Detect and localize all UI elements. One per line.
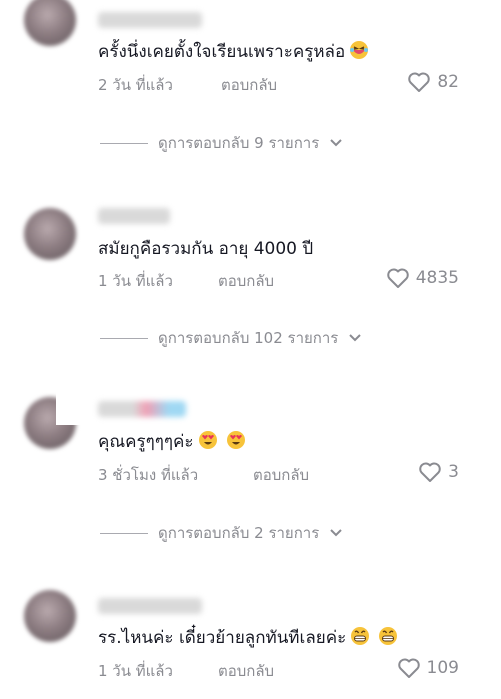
comment-item: สมัยกูคือรวมกัน อายุ 4000 ปี 1 วัน ที่แล…: [0, 190, 501, 360]
username-blurred: [98, 401, 186, 417]
comment-item: คุณครูๆๆๆค่ะ 3 ชั่วโมง ที่แล้ว ตอบกลับ 3…: [0, 385, 501, 555]
divider-line: [100, 337, 148, 339]
reply-button[interactable]: ตอบกลับ: [218, 659, 274, 683]
heart-outline-icon: [397, 658, 420, 678]
comment-item: ครั้งนึ่งเคยตั้งใจเรียนเพราะครูหล่อ 2 วั…: [0, 0, 501, 170]
privacy-overlay: [56, 385, 98, 425]
divider-line: [100, 142, 148, 144]
heart-eyes-emoji-icon: [226, 431, 245, 449]
comment-meta: 2 วัน ที่แล้ว ตอบกลับ: [98, 73, 277, 97]
chevron-down-icon: [349, 334, 362, 342]
view-replies-label: ดูการตอบกลับ 2 รายการ: [158, 524, 320, 542]
chevron-down-icon: [330, 139, 342, 147]
grinning-emoji-icon: [351, 627, 370, 645]
comment-meta: 3 ชั่วโมง ที่แล้ว ตอบกลับ: [98, 463, 309, 487]
comment-text: รร.ไหนค่ะ เดี๋ยวย้ายลูกทันทีเลยค่ะ: [98, 626, 398, 649]
username-blurred: [98, 12, 202, 28]
reply-button[interactable]: ตอบกลับ: [218, 269, 274, 293]
heart-outline-icon: [386, 268, 409, 288]
like-count: 4835: [415, 268, 459, 288]
like-button[interactable]: 3: [418, 461, 459, 483]
heart-outline-icon: [419, 462, 441, 482]
view-replies-button[interactable]: ดูการตอบกลับ 102 รายการ: [100, 326, 362, 350]
username-blurred: [98, 598, 202, 614]
comment-time: 2 วัน ที่แล้ว: [98, 76, 173, 94]
view-replies-button[interactable]: ดูการตอบกลับ 2 รายการ: [100, 521, 343, 545]
comment-time: 1 วัน ที่แล้ว: [98, 662, 173, 680]
comment-text: ครั้งนึ่งเคยตั้งใจเรียนเพราะครูหล่อ: [98, 40, 369, 63]
avatar[interactable]: [24, 208, 76, 260]
reply-button[interactable]: ตอบกลับ: [253, 463, 309, 487]
like-count: 82: [437, 72, 459, 92]
avatar[interactable]: [24, 0, 76, 46]
comment-time: 1 วัน ที่แล้ว: [98, 272, 173, 290]
comment-text: สมัยกูคือรวมกัน อายุ 4000 ปี: [98, 239, 314, 259]
avatar[interactable]: [24, 590, 76, 642]
username-blurred: [98, 208, 170, 224]
heart-outline-icon: [408, 72, 431, 92]
view-replies-label: ดูการตอบกลับ 9 รายการ: [158, 134, 320, 152]
view-replies-label: ดูการตอบกลับ 102 รายการ: [158, 329, 339, 347]
like-count: 109: [426, 658, 459, 678]
like-count: 3: [448, 462, 459, 482]
comment-item: รร.ไหนค่ะ เดี๋ยวย้ายลูกทันทีเลยค่ะ 1 วัน…: [0, 580, 501, 699]
comment-meta: 1 วัน ที่แล้ว ตอบกลับ: [98, 659, 274, 683]
comment-meta: 1 วัน ที่แล้ว ตอบกลับ: [98, 269, 274, 293]
comment-time: 3 ชั่วโมง ที่แล้ว: [98, 466, 199, 484]
view-replies-button[interactable]: ดูการตอบกลับ 9 รายการ: [100, 131, 343, 155]
grinning-emoji-icon: [379, 627, 398, 645]
laughing-crying-emoji-icon: [350, 41, 369, 59]
like-button[interactable]: 109: [397, 657, 459, 679]
comment-text: คุณครูๆๆๆค่ะ: [98, 430, 246, 453]
heart-eyes-emoji-icon: [198, 431, 217, 449]
reply-button[interactable]: ตอบกลับ: [221, 73, 277, 97]
like-button[interactable]: 82: [407, 71, 459, 93]
chevron-down-icon: [330, 529, 342, 537]
like-button[interactable]: 4835: [386, 267, 459, 289]
divider-line: [100, 532, 148, 534]
